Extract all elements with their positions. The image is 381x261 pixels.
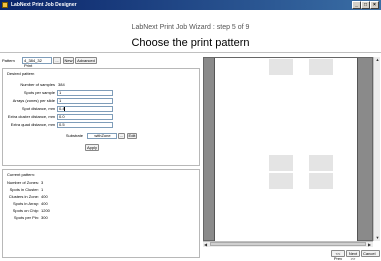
scroll-up-icon[interactable]: ▲	[375, 57, 380, 62]
current-row-label: Number of Zones:	[6, 180, 39, 185]
wizard-step: LabNext Print Job Wizard : step 5 of 9	[131, 24, 250, 31]
header-divider	[0, 52, 381, 53]
cancel-button[interactable]: Cancel	[361, 250, 380, 257]
arrays-per-slide-field[interactable]: 1	[57, 98, 113, 104]
extra-quad-distance-row: Extra quad distance, mm 0.5	[3, 122, 199, 128]
current-row-label: Clusters in Zone:	[8, 194, 39, 199]
horizontal-scroll-thumb[interactable]	[210, 242, 366, 246]
extra-cluster-distance-field[interactable]: 0.0	[57, 114, 113, 120]
extra-cluster-distance-row: Extra cluster distance, mm 0.0	[3, 114, 199, 120]
edit-substrate-button[interactable]: Edit	[127, 133, 137, 139]
current-row: Spots in Array: 400	[3, 201, 199, 207]
number-of-samples-label: Number of samples	[20, 82, 55, 87]
spots-per-sample-field[interactable]: 1	[57, 90, 113, 96]
next-button[interactable]: Next >>	[346, 250, 360, 261]
current-pattern-title: Current pattern:	[7, 172, 36, 177]
current-row: Spots per Pin: 300	[3, 215, 199, 221]
current-pattern-group: Current pattern: Number of Zones: 3 Spot…	[2, 169, 200, 258]
extra-cluster-distance-label: Extra cluster distance, mm	[7, 114, 55, 119]
current-row: Spots on Chip: 1200	[3, 208, 199, 214]
slide-page	[214, 58, 358, 242]
wizard-navigation: << Prev Next >> Cancel	[0, 250, 381, 261]
substrate-label: Substrate	[65, 133, 83, 138]
spot-array-block	[269, 155, 293, 171]
current-row-value: 400	[41, 194, 48, 199]
maximize-button[interactable]: □	[361, 1, 370, 9]
spot-distance-field[interactable]: 0.4	[57, 106, 113, 112]
print-job-designer-window: LabNext Print Job Designer _ □ × LabNext…	[0, 0, 381, 261]
current-row-value: 1200	[41, 208, 50, 213]
window-title: LabNext Print Job Designer	[11, 2, 77, 8]
new-pattern-button[interactable]: New	[63, 57, 74, 64]
spot-distance-row: Spot distance, mm 0.4	[3, 106, 199, 112]
spot-array-block	[309, 59, 333, 75]
current-row: Number of Zones: 3	[3, 180, 199, 186]
substrate-browse-button[interactable]: ...	[118, 133, 125, 139]
number-of-samples-row: Number of samples 384	[3, 82, 199, 88]
current-row-label: Spots in Cluster:	[9, 187, 39, 192]
spots-per-sample-row: Spots per sample 1	[3, 90, 199, 96]
pattern-select[interactable]: 4_384_32 Print	[22, 57, 52, 68]
extra-quad-distance-label: Extra quad distance, mm	[10, 122, 55, 127]
minimize-button[interactable]: _	[352, 1, 361, 9]
pattern-browse-button[interactable]: ...	[53, 57, 61, 64]
left-panel: Desired pattern Number of samples 384 Sp…	[2, 68, 200, 258]
current-row-value: 300	[41, 215, 48, 220]
current-row: Clusters in Zone: 400	[3, 194, 199, 200]
current-row-label: Spots in Array:	[12, 201, 39, 206]
text-cursor	[64, 107, 65, 111]
current-row: Spots in Cluster: 1	[3, 187, 199, 193]
substrate-row: Substrate withZone ... Edit	[3, 133, 199, 139]
spot-array-block	[309, 173, 333, 189]
spot-distance-label: Spot distance, mm	[21, 106, 55, 111]
prev-button[interactable]: << Prev	[331, 250, 345, 261]
advanced-button[interactable]: Advanced	[75, 57, 97, 64]
desired-pattern-group: Desired pattern Number of samples 384 Sp…	[2, 68, 200, 166]
arrays-per-slide-label: Arrays (zones) per slide	[12, 98, 55, 103]
current-row-value: 1	[41, 187, 44, 192]
close-button[interactable]: ×	[370, 1, 379, 9]
arrays-per-slide-row: Arrays (zones) per slide 1	[3, 98, 199, 104]
app-icon	[2, 2, 8, 8]
spot-array-block	[309, 155, 333, 171]
current-row-value: 400	[41, 201, 48, 206]
current-row-value: 3	[41, 180, 44, 185]
print-pattern-preview[interactable]	[203, 57, 373, 242]
scroll-down-icon[interactable]: ▼	[375, 235, 380, 240]
spot-array-block	[269, 59, 293, 75]
desired-pattern-title: Desired pattern	[7, 71, 35, 76]
number-of-samples-value: 384	[58, 82, 65, 87]
current-row-label: Spots on Chip:	[12, 208, 39, 213]
pattern-label: Pattern	[2, 58, 15, 63]
title-bar[interactable]: LabNext Print Job Designer _ □ ×	[0, 0, 381, 10]
spots-per-sample-label: Spots per sample	[23, 90, 55, 95]
preview-horizontal-scrollbar[interactable]: ◀ ▶	[203, 241, 373, 247]
current-row-label: Spots per Pin:	[13, 215, 39, 220]
substrate-select[interactable]: withZone	[87, 133, 117, 139]
spot-array-block	[269, 173, 293, 189]
extra-quad-distance-field[interactable]: 0.5	[57, 122, 113, 128]
wizard-title: Choose the print pattern	[131, 37, 250, 49]
preview-vertical-scrollbar[interactable]: ▲ ▼	[373, 57, 380, 241]
scroll-left-icon[interactable]: ◀	[203, 242, 208, 247]
scroll-right-icon[interactable]: ▶	[367, 242, 372, 247]
apply-button[interactable]: Apply	[85, 144, 99, 151]
